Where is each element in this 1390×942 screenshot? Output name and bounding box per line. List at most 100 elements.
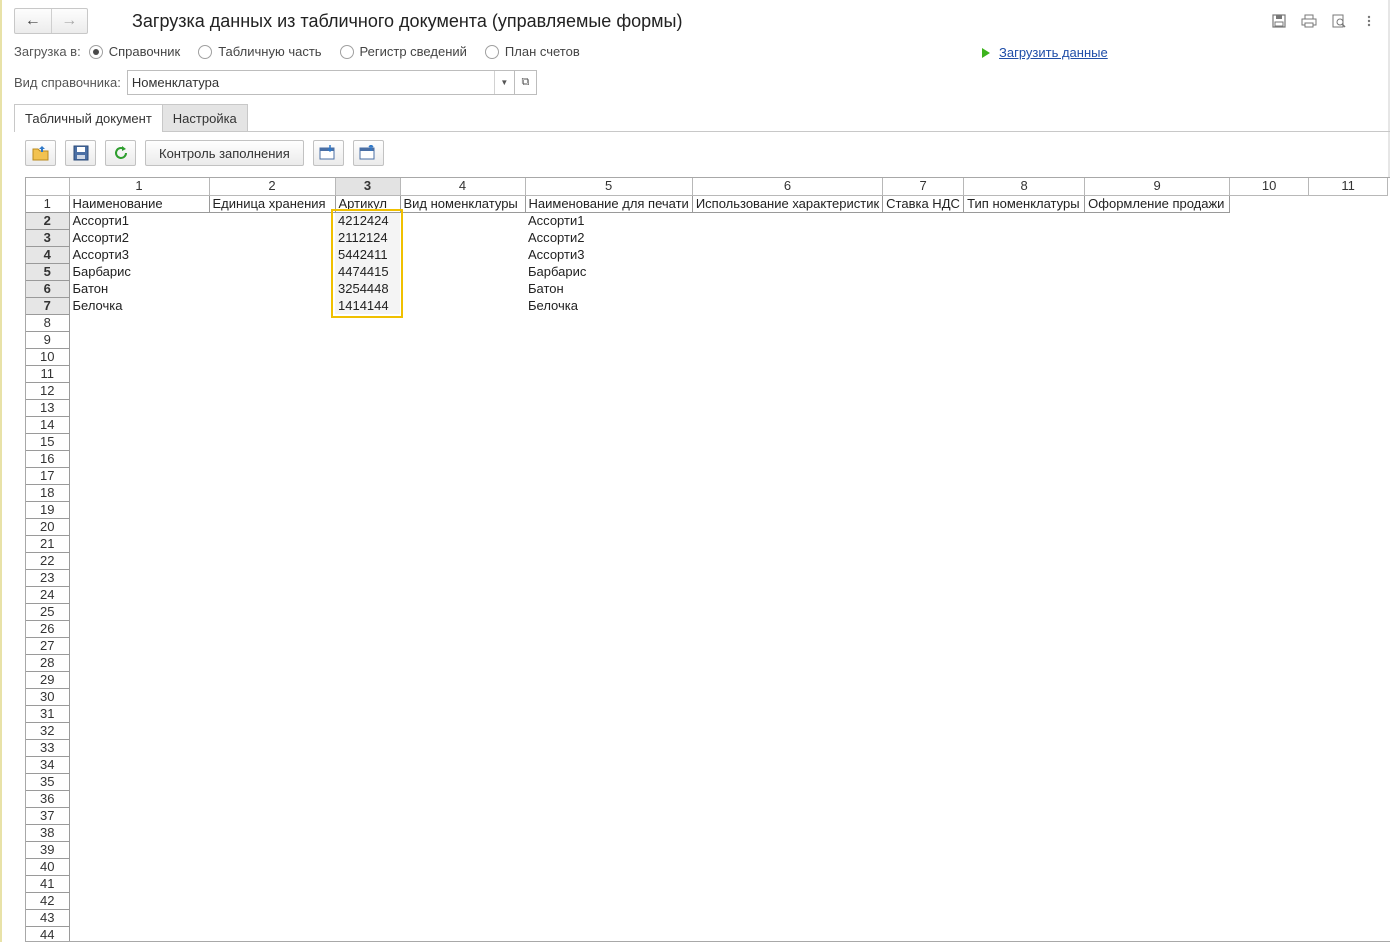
cell[interactable] bbox=[1085, 365, 1230, 382]
row-header[interactable]: 13 bbox=[26, 399, 70, 417]
cell[interactable] bbox=[1085, 569, 1230, 586]
cell[interactable] bbox=[1085, 246, 1230, 263]
cell[interactable] bbox=[400, 518, 525, 535]
cell[interactable] bbox=[525, 348, 692, 365]
header-cell[interactable] bbox=[1309, 195, 1388, 212]
cell[interactable] bbox=[1230, 586, 1309, 603]
row-header[interactable]: 14 bbox=[26, 416, 70, 434]
row-header[interactable]: 20 bbox=[26, 518, 70, 536]
row-header[interactable]: 3 bbox=[26, 229, 70, 247]
cell[interactable] bbox=[692, 654, 882, 671]
cell[interactable] bbox=[692, 399, 882, 416]
cell[interactable] bbox=[1309, 909, 1388, 926]
cell[interactable] bbox=[964, 654, 1085, 671]
cell[interactable] bbox=[883, 518, 964, 535]
cell[interactable] bbox=[1085, 501, 1230, 518]
cell[interactable] bbox=[692, 824, 882, 841]
cell[interactable] bbox=[209, 552, 335, 569]
cell[interactable] bbox=[335, 722, 400, 739]
cell[interactable] bbox=[400, 688, 525, 705]
cell[interactable] bbox=[335, 824, 400, 841]
cell[interactable] bbox=[964, 875, 1085, 892]
cell[interactable]: 2112124 bbox=[335, 229, 400, 246]
cell[interactable] bbox=[964, 790, 1085, 807]
cell[interactable] bbox=[1085, 348, 1230, 365]
cell[interactable] bbox=[69, 416, 209, 433]
cell[interactable] bbox=[692, 229, 882, 246]
cell[interactable] bbox=[69, 637, 209, 654]
cell[interactable] bbox=[525, 569, 692, 586]
cell[interactable] bbox=[1309, 229, 1388, 246]
column-header[interactable]: 5 bbox=[525, 178, 693, 196]
cell[interactable] bbox=[883, 365, 964, 382]
cell[interactable] bbox=[69, 756, 209, 773]
cell[interactable] bbox=[1085, 756, 1230, 773]
cell[interactable] bbox=[883, 280, 964, 297]
cell[interactable] bbox=[964, 739, 1085, 756]
cell[interactable] bbox=[335, 450, 400, 467]
cell[interactable] bbox=[69, 858, 209, 875]
cell[interactable]: Ассорти1 bbox=[525, 212, 692, 229]
cell[interactable] bbox=[883, 705, 964, 722]
cell[interactable] bbox=[525, 926, 692, 941]
cell[interactable] bbox=[883, 586, 964, 603]
cell[interactable] bbox=[964, 841, 1085, 858]
cell[interactable] bbox=[1230, 909, 1309, 926]
cell[interactable] bbox=[400, 637, 525, 654]
cell[interactable] bbox=[1085, 807, 1230, 824]
cell[interactable] bbox=[69, 467, 209, 484]
cell[interactable] bbox=[209, 348, 335, 365]
cell[interactable] bbox=[964, 501, 1085, 518]
cell[interactable] bbox=[1085, 705, 1230, 722]
cell[interactable] bbox=[1309, 620, 1388, 637]
header-cell[interactable]: Наименование для печати bbox=[525, 195, 693, 213]
cell[interactable] bbox=[1230, 433, 1309, 450]
cell[interactable] bbox=[1230, 620, 1309, 637]
row-header[interactable]: 10 bbox=[26, 348, 70, 366]
radio-catalog[interactable]: Справочник bbox=[88, 44, 180, 59]
cell[interactable] bbox=[69, 552, 209, 569]
cell[interactable] bbox=[335, 756, 400, 773]
cell[interactable] bbox=[400, 331, 525, 348]
cell[interactable] bbox=[400, 586, 525, 603]
cell[interactable] bbox=[964, 705, 1085, 722]
cell[interactable] bbox=[335, 807, 400, 824]
cell[interactable] bbox=[525, 841, 692, 858]
cell[interactable] bbox=[1230, 671, 1309, 688]
cell[interactable] bbox=[1085, 263, 1230, 280]
row-header[interactable]: 44 bbox=[26, 926, 70, 941]
cell[interactable] bbox=[692, 450, 882, 467]
cell[interactable] bbox=[69, 773, 209, 790]
cell[interactable] bbox=[335, 416, 400, 433]
cell[interactable] bbox=[335, 705, 400, 722]
cell[interactable] bbox=[1085, 841, 1230, 858]
cell[interactable] bbox=[209, 331, 335, 348]
cell[interactable] bbox=[525, 824, 692, 841]
cell[interactable] bbox=[964, 824, 1085, 841]
cell[interactable] bbox=[1309, 603, 1388, 620]
header-cell[interactable] bbox=[1230, 195, 1309, 212]
row-header[interactable]: 9 bbox=[26, 331, 70, 349]
cell[interactable] bbox=[1085, 739, 1230, 756]
cell[interactable]: Ассорти3 bbox=[525, 246, 692, 263]
cell[interactable]: Батон bbox=[525, 280, 692, 297]
cell[interactable] bbox=[525, 858, 692, 875]
row-header[interactable]: 12 bbox=[26, 382, 70, 400]
cell[interactable] bbox=[964, 535, 1085, 552]
cell[interactable] bbox=[525, 552, 692, 569]
cell[interactable] bbox=[692, 501, 882, 518]
cell[interactable] bbox=[692, 484, 882, 501]
cell[interactable] bbox=[525, 654, 692, 671]
cell[interactable] bbox=[692, 331, 882, 348]
cell[interactable] bbox=[883, 739, 964, 756]
cell[interactable] bbox=[1230, 739, 1309, 756]
cell[interactable] bbox=[335, 926, 400, 941]
row-header[interactable]: 23 bbox=[26, 569, 70, 587]
cell[interactable] bbox=[400, 450, 525, 467]
cell[interactable] bbox=[400, 892, 525, 909]
cell[interactable] bbox=[209, 688, 335, 705]
cell[interactable] bbox=[883, 892, 964, 909]
cell[interactable] bbox=[335, 637, 400, 654]
cell[interactable] bbox=[400, 399, 525, 416]
cell[interactable] bbox=[964, 926, 1085, 941]
